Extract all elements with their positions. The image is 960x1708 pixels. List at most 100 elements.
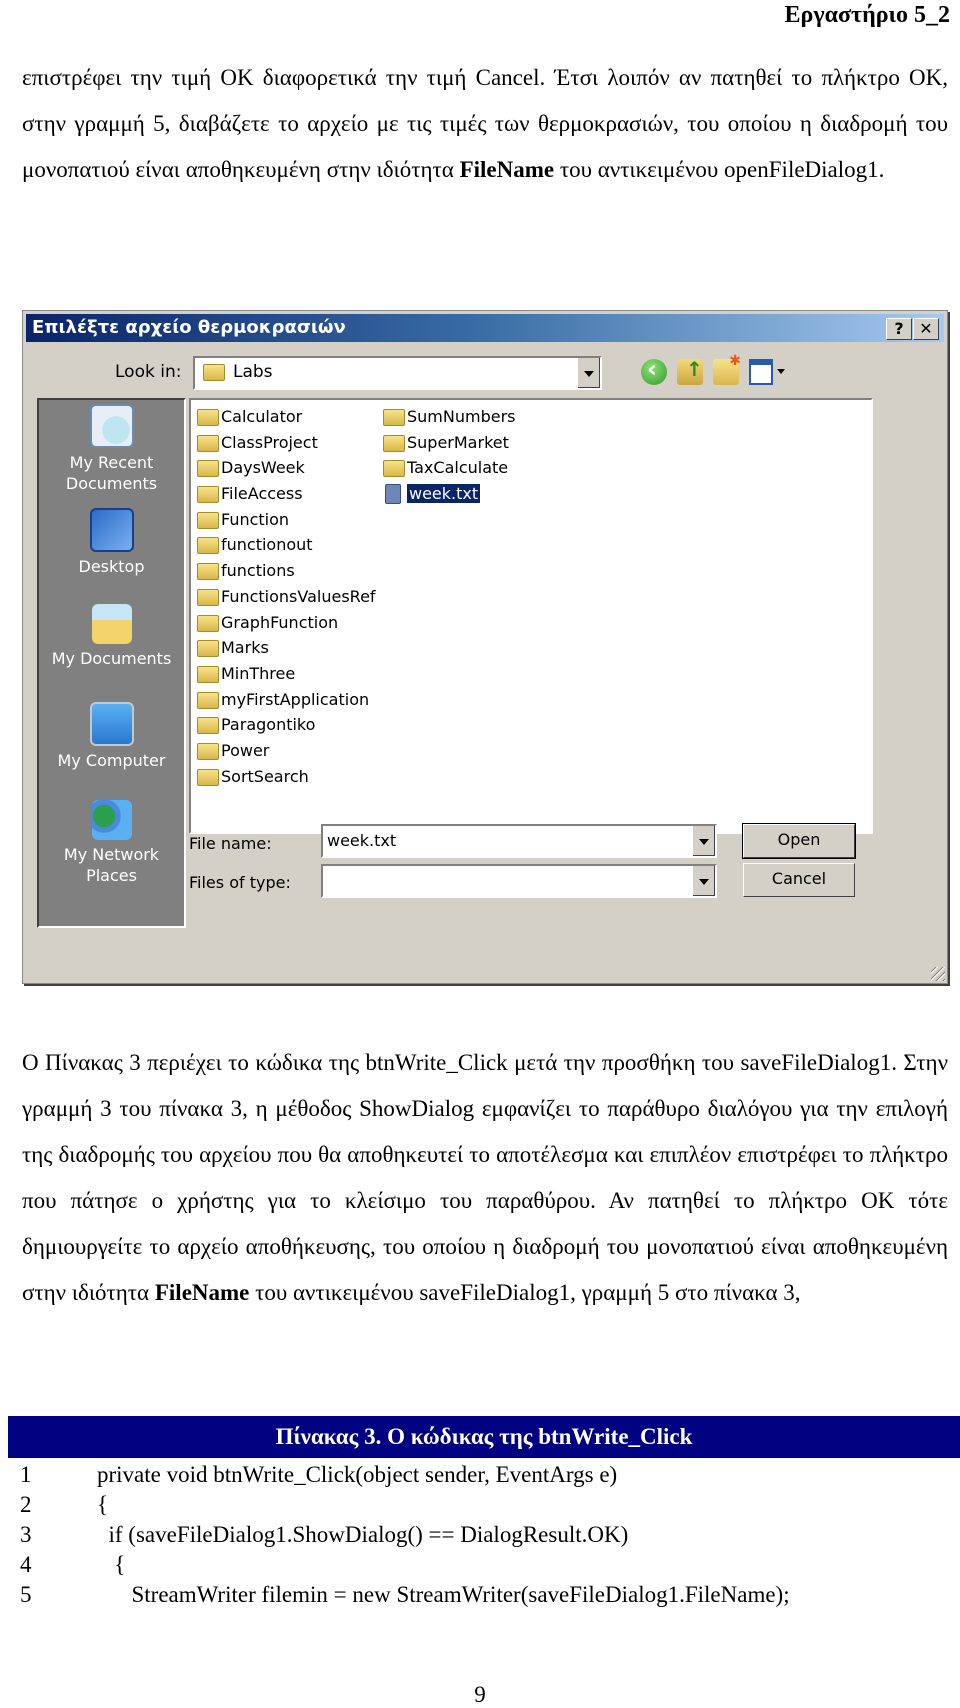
line-number: 4: [20, 1552, 32, 1577]
look-in-dropdown[interactable]: Labs: [193, 356, 602, 390]
item-name: Marks: [221, 638, 269, 658]
folder-icon: [197, 768, 219, 786]
line-number: 2: [20, 1492, 32, 1517]
file-list-item[interactable]: SortSearch: [195, 764, 376, 790]
item-name: Function: [221, 509, 290, 529]
open-button[interactable]: Open: [742, 823, 856, 859]
item-name: MinThree: [221, 663, 296, 683]
file-list-item[interactable]: MinThree: [195, 661, 376, 687]
chevron-down-icon[interactable]: [692, 826, 715, 856]
code-text: {: [97, 1552, 126, 1577]
folder-icon: [197, 717, 219, 735]
file-list-item[interactable]: FileAccess: [195, 481, 376, 507]
file-list-item[interactable]: week.txt: [381, 481, 516, 507]
file-list-item[interactable]: SuperMarket: [381, 430, 516, 456]
place-my-network-places[interactable]: My Network Places: [39, 800, 184, 886]
close-button[interactable]: ✕: [913, 318, 939, 340]
folder-icon: [197, 460, 219, 478]
item-name: myFirstApplication: [221, 689, 370, 709]
place-desktop[interactable]: Desktop: [39, 508, 184, 577]
file-list-item[interactable]: functions: [195, 558, 376, 584]
code-text: {: [97, 1492, 109, 1517]
place-my-documents[interactable]: My Documents: [39, 604, 184, 669]
folder-icon: [383, 460, 405, 478]
file-name-input[interactable]: week.txt: [321, 824, 717, 858]
file-list-column-2: SumNumbers SuperMarket TaxCalculate week.tx…: [381, 404, 516, 507]
file-list[interactable]: Calculator ClassProject DaysWeek FileAccess…: [189, 398, 873, 834]
file-list-item[interactable]: Function: [195, 507, 376, 533]
item-name: week.txt: [405, 483, 482, 505]
network-places-icon: [91, 800, 132, 840]
files-of-type-dropdown[interactable]: [321, 864, 717, 898]
place-label: My Computer: [57, 751, 166, 770]
resize-grip-icon[interactable]: [931, 967, 945, 981]
bold-term: FileName: [154, 1280, 250, 1305]
files-of-type-label: Files of type:: [189, 873, 291, 892]
code-line: 2{: [20, 1490, 950, 1520]
folder-icon: [197, 511, 219, 529]
cancel-button[interactable]: Cancel: [743, 863, 855, 897]
chevron-down-icon[interactable]: [577, 358, 600, 388]
new-folder-icon[interactable]: [713, 353, 741, 385]
item-name: SuperMarket: [407, 432, 509, 452]
dialog-title: Επιλέξτε αρχείο θερμοκρασιών: [32, 317, 346, 338]
file-list-item[interactable]: Marks: [195, 635, 376, 661]
line-number: 3: [20, 1522, 32, 1547]
document-header-title: Εργαστήριο 5_2: [784, 2, 950, 28]
item-name: functionout: [221, 535, 313, 555]
file-name-label: File name:: [189, 834, 272, 853]
item-name: Power: [221, 740, 270, 760]
views-menu-icon[interactable]: [749, 359, 773, 385]
folder-icon: [197, 486, 219, 504]
item-name: functions: [221, 561, 295, 581]
code-line: 4 {: [20, 1550, 950, 1580]
place-my-recent-documents[interactable]: My Recent Documents: [39, 404, 184, 494]
item-name: SortSearch: [221, 766, 309, 786]
code-text: private void btnWrite_Click(object sende…: [97, 1462, 618, 1487]
code-line: 5 StreamWriter filemin = new StreamWrite…: [20, 1580, 950, 1610]
code-table-caption: Πίνακας 3. Ο κώδικας της btnWrite_Click: [8, 1416, 960, 1458]
file-list-item[interactable]: SumNumbers: [381, 404, 516, 430]
paragraph-text: Ο Πίνακας 3 περιέχει το κώδικα της btnWr…: [22, 1050, 948, 1305]
file-list-item[interactable]: myFirstApplication: [195, 687, 376, 713]
file-list-item[interactable]: DaysWeek: [195, 455, 376, 481]
chevron-down-icon[interactable]: [692, 866, 715, 896]
file-list-item[interactable]: TaxCalculate: [381, 455, 516, 481]
folder-icon: [197, 691, 219, 709]
folder-icon: [197, 434, 219, 452]
desktop-icon: [89, 508, 134, 552]
file-list-item[interactable]: Calculator: [195, 404, 376, 430]
item-name: TaxCalculate: [407, 458, 509, 478]
file-list-item[interactable]: FunctionsValuesRef: [195, 584, 376, 610]
folder-icon: [197, 537, 219, 555]
look-in-value: Labs: [233, 362, 273, 382]
place-my-computer[interactable]: My Computer: [39, 702, 184, 771]
my-documents-icon: [91, 604, 132, 644]
item-name: SumNumbers: [407, 407, 516, 426]
file-name-value: week.txt: [327, 831, 397, 850]
file-list-item[interactable]: Paragontiko: [195, 712, 376, 738]
file-list-item[interactable]: ClassProject: [195, 430, 376, 456]
folder-icon: [197, 640, 219, 658]
item-name: Paragontiko: [221, 715, 316, 735]
place-label: My Recent Documents: [65, 453, 158, 493]
my-computer-icon: [89, 702, 134, 746]
file-list-item[interactable]: functionout: [195, 532, 376, 558]
paragraph-text: του αντικειμένου saveFileDialog1, γραμμή…: [249, 1280, 801, 1305]
bold-term: FileName: [459, 157, 555, 182]
text-file-icon: [385, 484, 401, 505]
caret-down-icon[interactable]: [777, 369, 785, 374]
page-number: 9: [474, 1682, 486, 1707]
help-button[interactable]: ?: [886, 318, 912, 340]
code-text: if (saveFileDialog1.ShowDialog() == Dial…: [97, 1522, 629, 1547]
back-icon[interactable]: [641, 355, 667, 385]
folder-icon: [197, 588, 219, 606]
file-list-item[interactable]: Power: [195, 738, 376, 764]
dialog-titlebar[interactable]: Επιλέξτε αρχείο θερμοκρασιών ? ✕: [26, 314, 944, 342]
up-folder-icon[interactable]: [677, 357, 703, 385]
recent-documents-icon: [89, 404, 134, 448]
folder-icon: [197, 563, 219, 581]
code-line: 1 private void btnWrite_Click(object send…: [20, 1460, 950, 1490]
line-number: 1: [20, 1462, 32, 1487]
file-list-item[interactable]: GraphFunction: [195, 610, 376, 636]
